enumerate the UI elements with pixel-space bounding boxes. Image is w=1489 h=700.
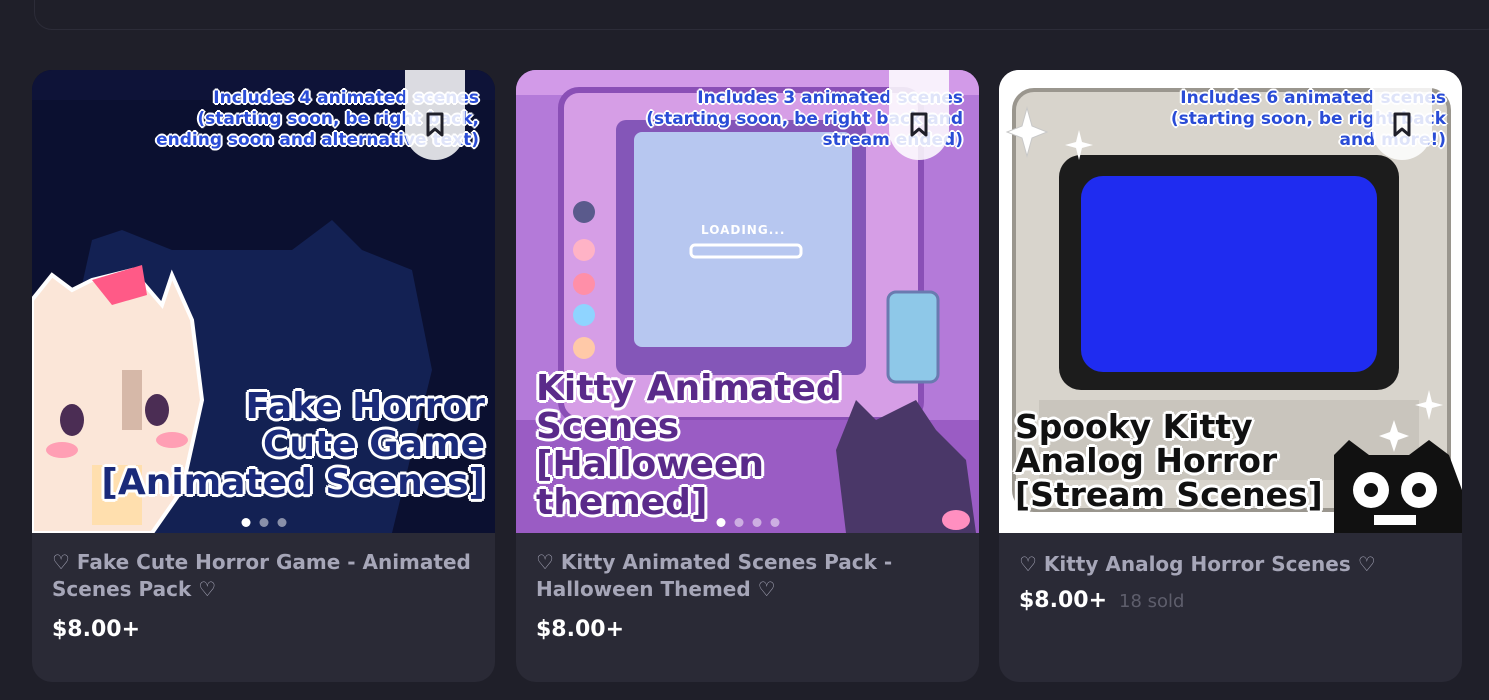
carousel-dot[interactable] bbox=[770, 518, 779, 527]
bookmark-icon bbox=[1393, 112, 1411, 137]
thumbnail-big-title: Spooky Kitty Analog Horror [Stream Scene… bbox=[1015, 407, 1323, 514]
card-info: ♡ Kitty Analog Horror Scenes ♡ $8.00+ 18… bbox=[999, 533, 1462, 613]
product-thumbnail[interactable]: Includes 4 animated scenes (starting soo… bbox=[32, 70, 495, 533]
carousel-dot[interactable] bbox=[734, 518, 743, 527]
product-title[interactable]: ♡ Kitty Analog Horror Scenes ♡ bbox=[1019, 551, 1442, 578]
product-card-kitty-halloween[interactable]: LOADING... Includes 3 animated scenes (s… bbox=[516, 70, 979, 682]
product-price: $8.00+ bbox=[1019, 588, 1108, 613]
card-info: ♡ Kitty Animated Scenes Pack - Halloween… bbox=[516, 533, 979, 642]
card-info: ♡ Fake Cute Horror Game - Animated Scene… bbox=[32, 533, 495, 642]
carousel-dots[interactable] bbox=[716, 518, 779, 527]
product-title[interactable]: ♡ Kitty Animated Scenes Pack - Halloween… bbox=[536, 549, 959, 603]
carousel-dot[interactable] bbox=[716, 518, 725, 527]
bookmark-button[interactable] bbox=[405, 70, 465, 160]
price-row: $8.00+ bbox=[52, 617, 475, 642]
carousel-dot[interactable] bbox=[277, 518, 286, 527]
product-card-fake-horror[interactable]: Includes 4 animated scenes (starting soo… bbox=[32, 70, 495, 682]
product-thumbnail[interactable]: Includes 6 animated scenes (starting soo… bbox=[999, 70, 1462, 533]
product-thumbnail[interactable]: LOADING... Includes 3 animated scenes (s… bbox=[516, 70, 979, 533]
carousel-dots[interactable] bbox=[241, 518, 286, 527]
bookmark-icon bbox=[910, 112, 928, 137]
product-card-spooky-kitty[interactable]: Includes 6 animated scenes (starting soo… bbox=[999, 70, 1462, 682]
sold-count: 18 sold bbox=[1119, 591, 1185, 612]
price-row: $8.00+ bbox=[536, 617, 959, 642]
carousel-dot[interactable] bbox=[752, 518, 761, 527]
thumbnail-big-title: Kitty Animated Scenes [Halloween themed] bbox=[536, 368, 842, 523]
bookmark-icon bbox=[426, 112, 444, 137]
bookmark-button[interactable] bbox=[1372, 70, 1432, 160]
price-row: $8.00+ 18 sold bbox=[1019, 588, 1442, 613]
carousel-dot[interactable] bbox=[241, 518, 250, 527]
product-price: $8.00+ bbox=[536, 617, 625, 642]
screen-loading-text: LOADING... bbox=[701, 223, 786, 237]
bookmark-button[interactable] bbox=[889, 70, 949, 160]
carousel-dot[interactable] bbox=[259, 518, 268, 527]
thumbnail-big-title: Fake Horror Cute Game [Animated Scenes] bbox=[101, 386, 485, 503]
product-price: $8.00+ bbox=[52, 617, 141, 642]
top-panel bbox=[34, 0, 1489, 30]
product-title[interactable]: ♡ Fake Cute Horror Game - Animated Scene… bbox=[52, 549, 475, 603]
